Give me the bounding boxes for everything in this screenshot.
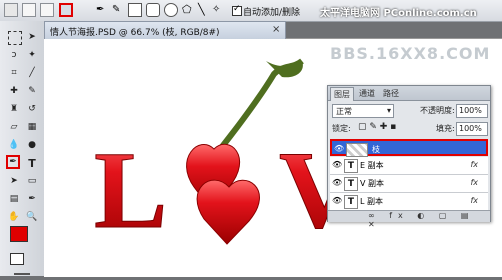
quick-mask-icon[interactable] [10,253,24,265]
layer-row[interactable]: 👁 T V 副本 fx [330,175,488,193]
path-mode-icon[interactable] [22,3,36,17]
fill-label: 填充: [436,124,455,133]
opacity-label: 不透明度: [420,106,455,115]
eyedropper-tool-icon[interactable]: ✒ [26,193,38,205]
slice-tool-icon[interactable]: ╱ [26,67,38,79]
fx-icon[interactable]: fx [470,160,478,169]
brush-tool-icon[interactable]: ✎ [26,85,38,97]
layers-panel: 图层 通道 路径 正常 ▾ 不透明度: 100% 锁定: ▢ ✎ ✚ ▪ 填充:… [327,85,491,229]
dodge-tool-icon[interactable]: ● [26,139,38,151]
lasso-tool-icon[interactable]: ↄ [8,49,20,61]
text-layer-icon: T [344,195,358,209]
eye-icon[interactable]: 👁 [332,161,342,169]
paths-mode-icon[interactable] [59,3,73,17]
rounded-rectangle-icon[interactable] [146,3,160,17]
layer-name: 枝 [372,145,380,154]
options-bar: ✒ ✎ ⬠ ╲ ✧ ✓ 自动添加/删除 太平洋电脑网 PConline.com.… [0,0,502,22]
tab-layers[interactable]: 图层 [330,87,354,101]
auto-add-delete-label: 自动添加/删除 [243,8,301,18]
eye-icon[interactable]: 👁 [332,197,342,205]
rectangle-tool-icon[interactable]: ▭ [26,175,38,187]
layer-name: V 副本 [360,179,385,188]
pen-tool-active-icon[interactable]: ✒ [6,155,20,169]
watermark-text: BBS.16XX8.COM [330,44,491,63]
lock-label: 锁定: [332,124,351,133]
rectangle-shape-icon[interactable] [128,3,142,17]
screen-mode-icon[interactable] [14,273,30,275]
text-layer-icon: T [344,159,358,173]
document-tab[interactable]: 情人节海报.PSD @ 66.7% (枝, RGB/8#) × [44,21,286,39]
gradient-tool-icon[interactable]: ▦ [26,121,38,133]
panel-tabs: 图层 通道 路径 [328,86,490,101]
close-tab-icon[interactable]: × [272,24,280,35]
text-layer-icon: T [344,177,358,191]
foreground-color-swatch[interactable] [10,226,28,242]
layer-row[interactable]: 👁 T E 副本 fx [330,157,488,175]
auto-add-delete-checkbox[interactable]: ✓ [232,4,242,16]
fill-input[interactable]: 100% [456,122,488,136]
fx-icon[interactable]: fx [470,178,478,187]
hand-tool-icon[interactable]: ✋ [8,211,20,223]
custom-shape-icon[interactable]: ✧ [212,3,226,17]
fx-icon[interactable]: fx [470,196,478,205]
layer-name: E 副本 [360,161,384,170]
eye-icon[interactable]: 👁 [334,145,344,153]
lock-icons[interactable]: ▢ ✎ ✚ ▪ [358,122,396,132]
document-title: 情人节海报.PSD @ 66.7% (枝, RGB/8#) [50,28,220,38]
layer-row[interactable]: 👁 枝 [330,139,488,157]
freeform-pen-icon[interactable]: ✎ [112,3,126,17]
history-brush-icon[interactable]: ↺ [26,103,38,115]
eye-icon[interactable]: 👁 [332,179,342,187]
ellipse-shape-icon[interactable] [164,3,178,17]
tab-paths[interactable]: 路径 [380,87,402,100]
opacity-value: 100% [459,106,482,115]
notes-tool-icon[interactable]: ▤ [8,193,20,205]
blend-mode-value: 正常 [336,107,352,116]
move-tool-icon[interactable]: ➤ [26,31,38,43]
opacity-input[interactable]: 100% [456,104,488,118]
letter-l: L [94,129,167,251]
panel-footer: ∞ fx ◐ ▢ ▤ ✕ [328,210,490,229]
magic-wand-icon[interactable]: ✦ [26,49,38,61]
layer-row[interactable]: 👁 T L 副本 fx [330,193,488,211]
blend-mode-select[interactable]: 正常 ▾ [332,104,394,118]
pen-tool-icon[interactable]: ✒ [96,3,110,17]
zoom-tool-icon[interactable]: 🔍 [26,211,38,223]
healing-brush-icon[interactable]: ✚ [8,85,20,97]
heart-front [196,179,260,245]
marquee-tool-icon[interactable] [8,31,22,45]
crop-tool-icon[interactable]: ⌗ [8,67,20,79]
polygon-shape-icon[interactable]: ⬠ [182,3,196,17]
watermark-top: 太平洋电脑网 PConline.com.cn [320,8,477,19]
fill-value: 100% [459,124,482,133]
type-tool-icon[interactable]: T [26,157,38,170]
shape-layers-icon[interactable] [40,3,54,17]
blend-row: 正常 ▾ 不透明度: 100% [328,104,490,118]
footer-icons[interactable]: ∞ fx ◐ ▢ ▤ ✕ [368,211,490,229]
layer-thumbnail [346,143,368,157]
eraser-tool-icon[interactable]: ▱ [8,121,20,133]
line-shape-icon[interactable]: ╲ [198,3,212,17]
path-selection-icon[interactable]: ➤ [8,175,20,187]
chevron-down-icon: ▾ [386,106,391,115]
tools-panel: ➤ ↄ ✦ ⌗ ╱ ✚ ✎ ♜ ↺ ▱ ▦ 💧 ● ✒ T ➤ ▭ ▤ ✒ ✋ … [0,21,45,276]
tab-channels[interactable]: 通道 [356,87,378,100]
clone-stamp-icon[interactable]: ♜ [8,103,20,115]
lock-row: 锁定: ▢ ✎ ✚ ▪ 填充: 100% [328,122,490,136]
tool-preset-icon[interactable] [4,3,18,17]
layer-name: L 副本 [360,197,383,206]
blur-tool-icon[interactable]: 💧 [8,139,20,151]
